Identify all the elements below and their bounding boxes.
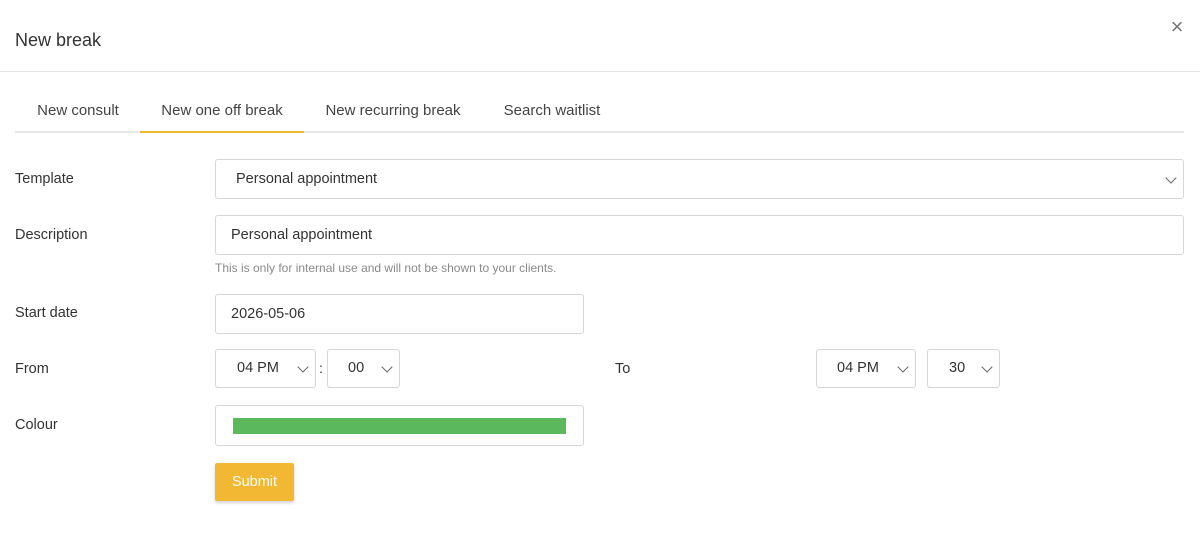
chevron-down-icon <box>381 361 393 373</box>
chevron-down-icon <box>1165 172 1177 184</box>
submit-button[interactable]: Submit <box>215 463 294 501</box>
from-minute-select[interactable]: 00 <box>327 349 400 388</box>
chevron-down-icon <box>897 361 909 373</box>
tab-new-consult[interactable]: New consult <box>15 91 141 133</box>
to-hour-value: 04 PM <box>837 360 879 376</box>
colour-swatch <box>233 418 566 434</box>
chevron-down-icon <box>297 361 309 373</box>
to-label: To <box>615 361 631 377</box>
to-minute-value: 30 <box>949 360 966 376</box>
from-time-separator: : <box>319 360 323 376</box>
to-hour-select[interactable]: 04 PM <box>816 349 916 388</box>
template-select[interactable]: Personal appointment <box>215 159 1184 199</box>
start-date-value: 2026-05-06 <box>231 306 306 322</box>
from-label: From <box>15 361 49 377</box>
from-hour-select[interactable]: 04 PM <box>215 349 316 388</box>
description-help-text: This is only for internal use and will n… <box>215 261 557 275</box>
start-date-input[interactable]: 2026-05-06 <box>215 294 584 334</box>
from-hour-value: 04 PM <box>237 360 279 376</box>
new-break-modal: New break × New consult New one off brea… <box>0 0 1200 548</box>
colour-label: Colour <box>15 417 58 433</box>
template-label: Template <box>15 171 74 187</box>
start-date-label: Start date <box>15 305 78 321</box>
colour-picker[interactable] <box>215 405 584 446</box>
close-icon[interactable]: × <box>1168 16 1186 38</box>
to-minute-select[interactable]: 30 <box>927 349 1000 388</box>
tab-new-one-off-break[interactable]: New one off break <box>140 91 304 133</box>
description-input[interactable]: Personal appointment <box>215 215 1184 255</box>
tab-new-recurring-break[interactable]: New recurring break <box>305 91 481 133</box>
tab-bar: New consult New one off break New recurr… <box>15 91 1184 133</box>
modal-title: New break <box>15 30 102 50</box>
from-minute-value: 00 <box>348 360 365 376</box>
tab-search-waitlist[interactable]: Search waitlist <box>481 91 623 133</box>
description-label: Description <box>15 227 88 243</box>
chevron-down-icon <box>981 361 993 373</box>
template-select-value: Personal appointment <box>236 171 378 187</box>
modal-header: New break × <box>0 0 1200 72</box>
description-input-value: Personal appointment <box>231 227 373 243</box>
